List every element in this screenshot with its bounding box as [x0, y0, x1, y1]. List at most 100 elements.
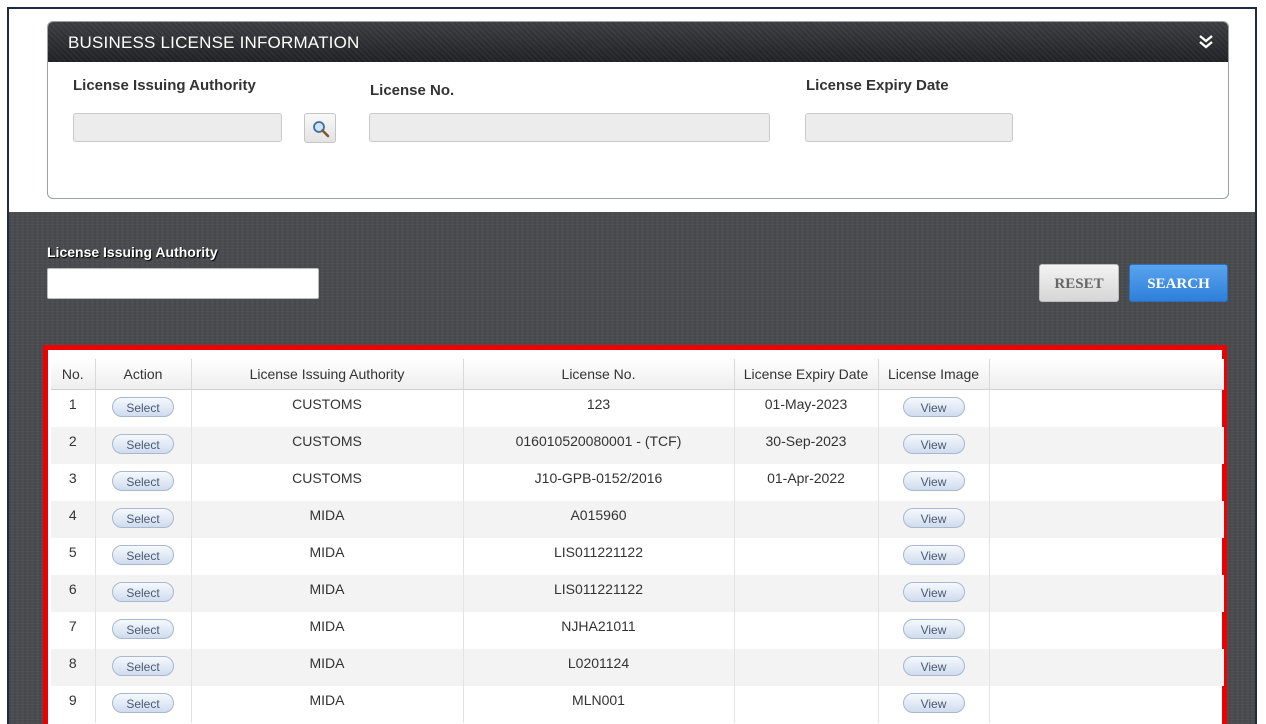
select-cell: Select [95, 685, 192, 723]
row-filler [989, 538, 1224, 575]
app-frame: BUSINESS LICENSE INFORMATION License Iss… [7, 7, 1257, 724]
row-license-no: L0201124 [463, 648, 735, 686]
row-expiry-date: 30-Sep-2023 [734, 426, 879, 464]
row-expiry-date [734, 648, 879, 686]
select-button[interactable]: Select [112, 507, 174, 528]
row-expiry-date [734, 611, 879, 649]
magnifier-icon [313, 121, 330, 138]
row-filler [989, 390, 1224, 427]
view-button[interactable]: View [902, 581, 965, 602]
select-button[interactable]: Select [112, 544, 174, 565]
license-no-field [369, 113, 770, 142]
view-cell: View [878, 537, 990, 575]
select-cell: Select [95, 648, 192, 686]
select-button[interactable]: Select [112, 618, 174, 639]
panel-title: BUSINESS LICENSE INFORMATION [68, 33, 360, 52]
row-expiry-date [734, 500, 879, 538]
table-row: 9 Select MIDA MLN001 View [51, 685, 1224, 723]
panel-header: BUSINESS LICENSE INFORMATION [48, 22, 1228, 62]
row-expiry-date [734, 574, 879, 612]
row-authority: CUSTOMS [191, 463, 464, 501]
search-authority-label: License Issuing Authority [47, 244, 218, 260]
panel-pointer [67, 202, 89, 212]
view-button[interactable]: View [902, 544, 965, 565]
table-row: 1 Select CUSTOMS 123 01-May-2023 View [51, 389, 1224, 427]
view-button[interactable]: View [902, 397, 965, 417]
column-header [989, 359, 1224, 390]
view-cell: View [878, 500, 990, 538]
select-cell: Select [95, 500, 192, 538]
authority-field [73, 113, 282, 142]
column-header[interactable]: No. [51, 359, 96, 390]
view-button[interactable]: View [902, 433, 965, 454]
select-cell: Select [95, 611, 192, 649]
select-button[interactable]: Select [112, 470, 174, 491]
column-header[interactable]: License No. [463, 359, 735, 390]
table-row: 5 Select MIDA LIS011221122 View [51, 537, 1224, 575]
row-expiry-date [734, 537, 879, 575]
view-cell: View [878, 463, 990, 501]
table-row: 2 Select CUSTOMS 016010520080001 - (TCF) 30-… [51, 426, 1224, 464]
select-cell: Select [95, 463, 192, 501]
row-authority: MIDA [191, 537, 464, 575]
expiry-label: License Expiry Date [806, 77, 949, 94]
row-authority: MIDA [191, 574, 464, 612]
row-number: 5 [51, 537, 96, 575]
search-authority-input[interactable] [47, 268, 319, 299]
authority-lookup-button[interactable] [304, 113, 336, 143]
results-table-container: No. Action License Issuing Authority Lic… [43, 345, 1227, 724]
row-license-no: 123 [463, 389, 735, 427]
view-cell: View [878, 574, 990, 612]
column-header[interactable]: License Expiry Date [734, 359, 879, 390]
row-number: 2 [51, 426, 96, 464]
select-button[interactable]: Select [112, 397, 174, 417]
search-button[interactable]: SEARCH [1129, 264, 1228, 302]
row-expiry-date: 01-May-2023 [734, 389, 879, 427]
row-number: 8 [51, 648, 96, 686]
row-license-no: A015960 [463, 500, 735, 538]
row-authority: CUSTOMS [191, 389, 464, 427]
authority-label: License Issuing Authority [73, 77, 256, 94]
row-filler [989, 464, 1224, 501]
view-button[interactable]: View [902, 655, 965, 676]
results-table: No. Action License Issuing Authority Lic… [51, 359, 1224, 723]
row-license-no: MLN001 [463, 685, 735, 723]
license-no-label: License No. [370, 82, 455, 99]
search-area: License Issuing Authority RESET SEARCH N… [9, 212, 1255, 724]
row-number: 9 [51, 685, 96, 723]
row-expiry-date: 01-Apr-2022 [734, 463, 879, 501]
select-button[interactable]: Select [112, 692, 174, 713]
select-button[interactable]: Select [112, 433, 174, 454]
row-authority: MIDA [191, 611, 464, 649]
table-header-row: No. Action License Issuing Authority Lic… [51, 359, 1224, 390]
row-filler [989, 686, 1224, 723]
select-cell: Select [95, 389, 192, 427]
table-row: 8 Select MIDA L0201124 View [51, 648, 1224, 686]
reset-button[interactable]: RESET [1039, 264, 1119, 302]
column-header[interactable]: Action [95, 359, 192, 390]
view-button[interactable]: View [902, 618, 965, 639]
row-filler [989, 500, 1224, 538]
table-row: 4 Select MIDA A015960 View [51, 500, 1224, 538]
row-license-no: NJHA21011 [463, 611, 735, 649]
view-button[interactable]: View [902, 692, 965, 713]
select-cell: Select [95, 574, 192, 612]
column-header[interactable]: License Issuing Authority [191, 359, 464, 390]
row-authority: MIDA [191, 648, 464, 686]
view-cell: View [878, 389, 990, 427]
row-authority: CUSTOMS [191, 426, 464, 464]
row-license-no: LIS011221122 [463, 537, 735, 575]
row-filler [989, 574, 1224, 612]
table-row: 7 Select MIDA NJHA21011 View [51, 611, 1224, 649]
select-button[interactable]: Select [112, 655, 174, 676]
view-cell: View [878, 648, 990, 686]
view-button[interactable]: View [902, 507, 965, 528]
select-button[interactable]: Select [112, 581, 174, 602]
table-row: 6 Select MIDA LIS011221122 View [51, 574, 1224, 612]
column-header[interactable]: License Image [878, 359, 990, 390]
row-number: 3 [51, 463, 96, 501]
view-button[interactable]: View [902, 470, 965, 491]
double-chevron-down-icon[interactable] [1198, 34, 1214, 50]
view-cell: View [878, 685, 990, 723]
row-authority: MIDA [191, 685, 464, 723]
